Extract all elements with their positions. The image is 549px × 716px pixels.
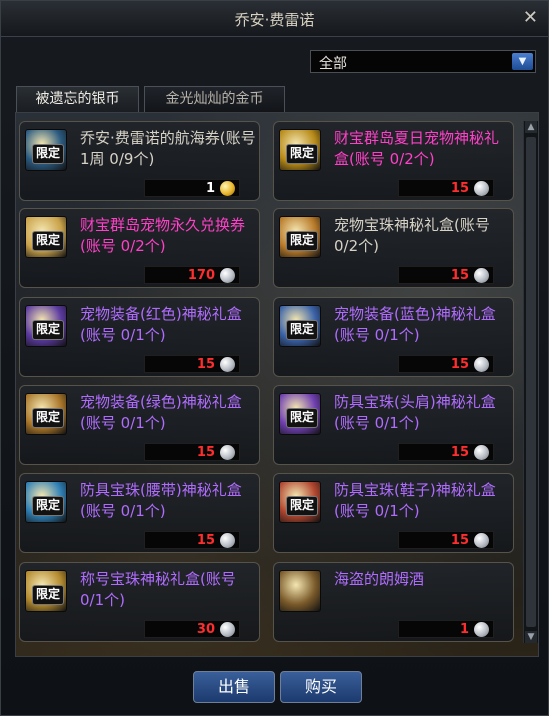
item-name: 防具宝珠(鞋子)神秘礼盒(账号 0/1个) <box>334 481 496 520</box>
shop-item-card[interactable]: 限定 乔安·费雷诺的航海券(账号1周 0/9个) 1 <box>19 121 260 201</box>
filter-selected-value: 全部 <box>319 56 347 72</box>
item-name: 宠物装备(绿色)神秘礼盒(账号 0/1个) <box>80 393 242 432</box>
scrollbar[interactable]: ▲ ▼ <box>523 121 538 643</box>
title-bar: 乔安·费雷诺 ✕ <box>1 1 548 37</box>
limited-badge: 限定 <box>286 496 318 516</box>
buy-button[interactable]: 购买 <box>280 671 362 703</box>
item-price: 15 <box>450 357 469 372</box>
item-price: 15 <box>450 268 469 283</box>
limited-badge: 限定 <box>286 408 318 428</box>
silver-coin-icon <box>220 268 235 283</box>
item-name: 宠物装备(红色)神秘礼盒(账号 0/1个) <box>80 305 242 344</box>
price-box: 15 <box>398 179 494 197</box>
item-name: 海盗的朗姆酒 <box>334 570 425 588</box>
limited-badge: 限定 <box>286 144 318 164</box>
silver-coin-icon <box>474 181 489 196</box>
limited-badge: 限定 <box>32 231 64 251</box>
silver-coin-icon <box>220 533 235 548</box>
item-price: 15 <box>450 445 469 460</box>
limited-badge: 限定 <box>32 144 64 164</box>
price-box: 15 <box>398 531 494 549</box>
price-box: 1 <box>398 620 494 638</box>
limited-badge: 限定 <box>32 408 64 428</box>
shop-item-card[interactable]: 限定 防具宝珠(鞋子)神秘礼盒(账号 0/1个) 15 <box>273 473 514 553</box>
price-box: 15 <box>144 355 240 373</box>
item-price: 1 <box>205 181 215 196</box>
shop-item-card[interactable]: 限定 财宝群岛宠物永久兑换券(账号 0/2个) 170 <box>19 208 260 288</box>
price-box: 15 <box>398 443 494 461</box>
silver-coin-icon <box>220 445 235 460</box>
price-box: 15 <box>398 355 494 373</box>
item-name: 乔安·费雷诺的航海券(账号1周 0/9个) <box>80 129 256 168</box>
item-price: 15 <box>196 357 215 372</box>
rum-mug-icon <box>279 570 321 612</box>
shop-item-card[interactable]: 限定 称号宝珠神秘礼盒(账号 0/1个) 30 <box>19 562 260 642</box>
tab-forgotten-silver[interactable]: 被遗忘的银币 <box>16 86 139 112</box>
item-price: 15 <box>196 445 215 460</box>
silver-coin-icon <box>220 622 235 637</box>
silver-coin-icon <box>474 357 489 372</box>
silver-coin-icon <box>474 445 489 460</box>
shop-item-card[interactable]: 限定 财宝群岛夏日宠物神秘礼盒(账号 0/2个) 15 <box>273 121 514 201</box>
sell-button[interactable]: 出售 <box>193 671 275 703</box>
item-name: 防具宝珠(头肩)神秘礼盒(账号 0/1个) <box>334 393 496 432</box>
shop-item-card[interactable]: 限定 防具宝珠(腰带)神秘礼盒(账号 0/1个) 15 <box>19 473 260 553</box>
shop-item-card[interactable]: 限定 宠物装备(红色)神秘礼盒(账号 0/1个) 15 <box>19 297 260 377</box>
close-icon[interactable]: ✕ <box>523 7 538 28</box>
silver-coin-icon <box>474 622 489 637</box>
shop-item-card[interactable]: 限定 防具宝珠(头肩)神秘礼盒(账号 0/1个) 15 <box>273 385 514 465</box>
price-box: 15 <box>398 266 494 284</box>
shop-item-card[interactable]: 限定 宠物装备(蓝色)神秘礼盒(账号 0/1个) 15 <box>273 297 514 377</box>
silver-coin-icon <box>220 357 235 372</box>
item-price: 15 <box>450 533 469 548</box>
shop-item-card[interactable]: 限定 宠物宝珠神秘礼盒(账号 0/2个) 15 <box>273 208 514 288</box>
price-box: 1 <box>144 179 240 197</box>
limited-badge: 限定 <box>32 496 64 516</box>
price-box: 15 <box>144 531 240 549</box>
item-name: 宠物宝珠神秘礼盒(账号 0/2个) <box>334 216 490 255</box>
tab-shining-gold[interactable]: 金光灿灿的金币 <box>144 86 285 112</box>
item-price: 1 <box>459 622 469 637</box>
item-name: 防具宝珠(腰带)神秘礼盒(账号 0/1个) <box>80 481 242 520</box>
item-name: 称号宝珠神秘礼盒(账号 0/1个) <box>80 570 236 609</box>
scroll-down-icon[interactable]: ▼ <box>525 631 537 643</box>
scroll-up-icon[interactable]: ▲ <box>525 121 537 133</box>
item-price: 30 <box>196 622 215 637</box>
chevron-down-icon[interactable]: ▼ <box>512 53 533 70</box>
price-box: 30 <box>144 620 240 638</box>
shop-item-card[interactable]: 限定 宠物装备(绿色)神秘礼盒(账号 0/1个) 15 <box>19 385 260 465</box>
shop-window: 乔安·费雷诺 ✕ 全部 ▼ 被遗忘的银币 金光灿灿的金币 ▲ ▼ 限定 乔安·费雷… <box>0 0 549 716</box>
silver-coin-icon <box>474 533 489 548</box>
item-price: 170 <box>187 268 215 283</box>
price-box: 15 <box>144 443 240 461</box>
gold-coin-icon <box>220 181 235 196</box>
limited-badge: 限定 <box>32 320 64 340</box>
window-title: 乔安·费雷诺 <box>234 11 315 29</box>
category-filter-select[interactable]: 全部 ▼ <box>310 50 536 73</box>
limited-badge: 限定 <box>286 231 318 251</box>
limited-badge: 限定 <box>32 585 64 605</box>
price-box: 170 <box>144 266 240 284</box>
item-name: 财宝群岛夏日宠物神秘礼盒(账号 0/2个) <box>334 129 500 168</box>
item-price: 15 <box>196 533 215 548</box>
silver-coin-icon <box>474 268 489 283</box>
shop-item-card[interactable]: 海盗的朗姆酒 1 <box>273 562 514 642</box>
item-name: 宠物装备(蓝色)神秘礼盒(账号 0/1个) <box>334 305 496 344</box>
limited-badge: 限定 <box>286 320 318 340</box>
scroll-thumb[interactable] <box>526 137 536 627</box>
item-name: 财宝群岛宠物永久兑换券(账号 0/2个) <box>80 216 246 255</box>
item-price: 15 <box>450 181 469 196</box>
